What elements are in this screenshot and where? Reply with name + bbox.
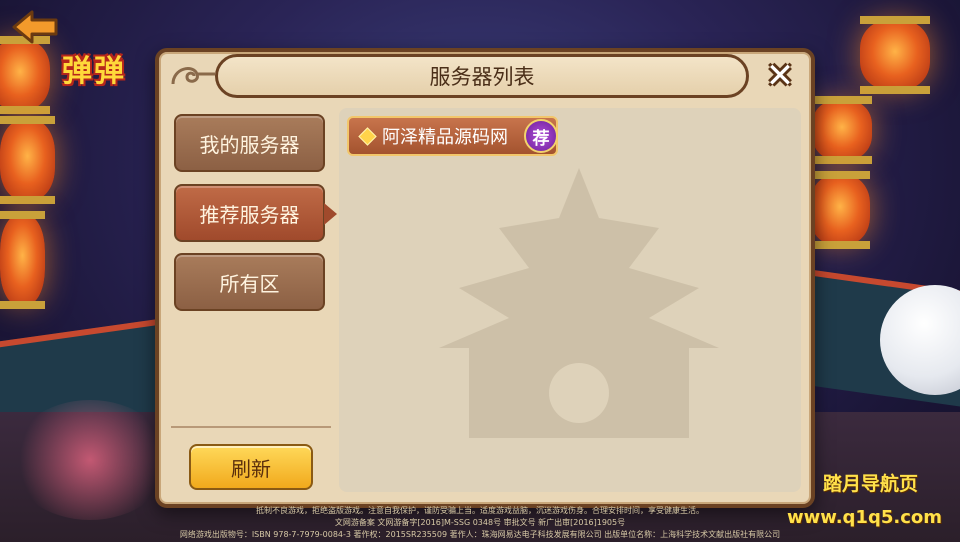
lantern-icon xyxy=(0,36,50,114)
tab-label: 推荐服务器 xyxy=(199,202,300,227)
refresh-label: 刷新 xyxy=(231,456,271,481)
lantern-icon xyxy=(812,96,872,164)
watermark-site-url: www.q1q5.com xyxy=(786,507,942,528)
server-item[interactable]: 阿泽精品源码网 荐 xyxy=(347,116,558,156)
lantern-icon xyxy=(860,16,930,94)
refresh-button[interactable]: 刷新 xyxy=(189,444,313,490)
title-bar: 服务器列表 xyxy=(215,54,749,98)
server-category-panel: 我的服务器 推荐服务器 所有区 刷新 xyxy=(171,110,337,490)
tab-label: 我的服务器 xyxy=(199,132,300,157)
lantern-icon xyxy=(0,116,55,204)
game-logo: 弹弹 xyxy=(62,54,126,89)
close-button[interactable]: ✕ xyxy=(759,56,801,96)
back-button[interactable] xyxy=(10,8,62,46)
dialog-title: 服务器列表 xyxy=(429,65,535,89)
footer-publication: 网络游戏出版物号：ISBN 978-7-7979-0084-3 著作权：2015… xyxy=(179,530,781,539)
close-icon: ✕ xyxy=(765,56,795,96)
lotus-glow xyxy=(10,400,170,520)
lantern-icon xyxy=(810,171,870,249)
server-name: 阿泽精品源码网 xyxy=(382,127,508,148)
tab-all-servers[interactable]: 所有区 xyxy=(174,253,325,311)
lantern-icon xyxy=(0,211,45,309)
server-list-area: 阿泽精品源码网 荐 xyxy=(339,108,801,492)
tab-recommended-servers[interactable]: 推荐服务器 xyxy=(174,184,337,242)
scroll-ornament-icon xyxy=(171,67,215,85)
watermark-site-name: 踏月导航页 xyxy=(822,473,918,495)
recommended-badge: 荐 xyxy=(524,119,558,153)
back-arrow-icon xyxy=(12,10,58,44)
diamond-icon xyxy=(358,126,377,146)
tab-label: 所有区 xyxy=(219,271,280,296)
tab-my-servers[interactable]: 我的服务器 xyxy=(174,114,325,172)
temple-watermark-icon xyxy=(439,168,719,438)
badge-label: 荐 xyxy=(532,128,550,149)
server-list-dialog: 服务器列表 ✕ 我的服务器 推荐服务器 所有区 刷新 阿泽精品源码网 荐 xyxy=(155,48,815,508)
divider xyxy=(171,426,331,428)
